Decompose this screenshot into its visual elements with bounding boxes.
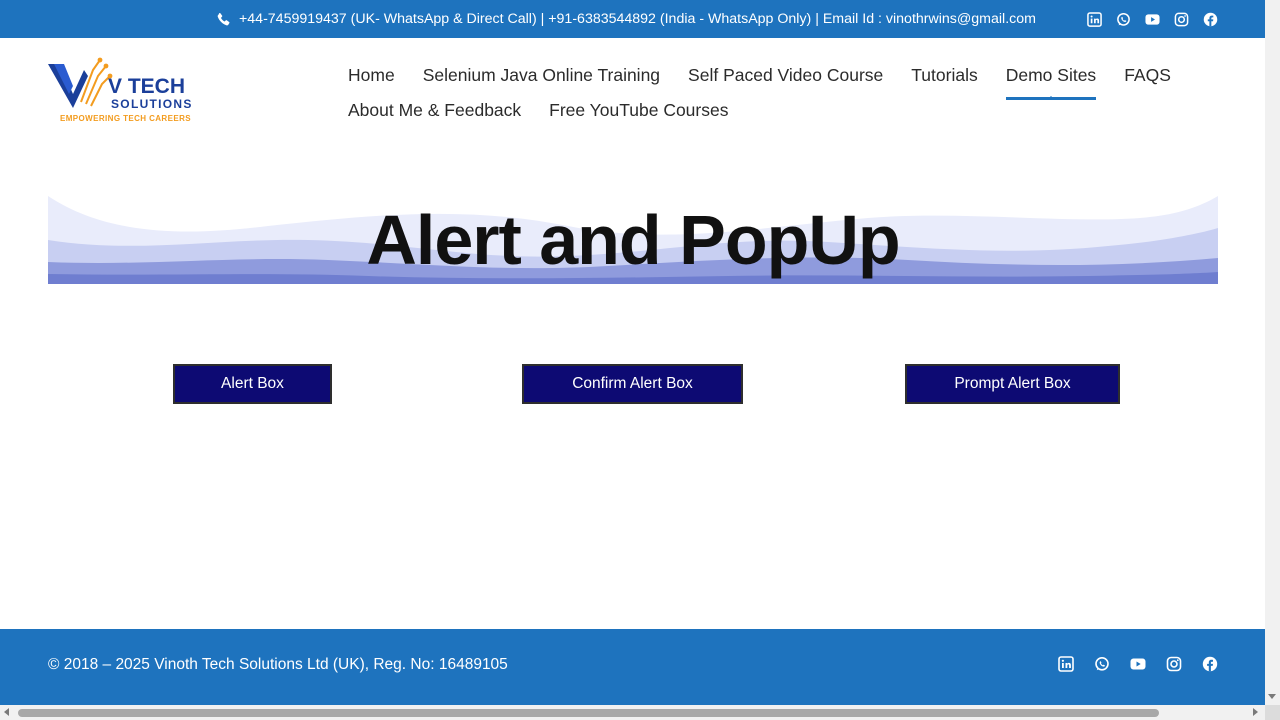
logo-subtitle: SOLUTIONS: [111, 97, 193, 111]
scroll-down-arrow-icon[interactable]: [1268, 694, 1276, 699]
linkedin-icon[interactable]: [1087, 11, 1102, 27]
top-contact-bar: +44-7459919437 (UK- WhatsApp & Direct Ca…: [0, 0, 1265, 38]
footer-social-links: [1058, 629, 1218, 699]
alert-box-button[interactable]: Alert Box: [173, 364, 332, 404]
site-logo[interactable]: V TECH SOLUTIONS EMPOWERING TECH CAREERS: [48, 52, 208, 124]
page: +44-7459919437 (UK- WhatsApp & Direct Ca…: [0, 0, 1265, 705]
whatsapp-icon[interactable]: [1116, 12, 1131, 27]
contact-text: +44-7459919437 (UK- WhatsApp & Direct Ca…: [239, 11, 1036, 27]
logo-tagline: EMPOWERING TECH CAREERS: [60, 114, 191, 123]
instagram-icon[interactable]: [1166, 656, 1182, 672]
youtube-icon[interactable]: [1130, 656, 1146, 672]
nav-item-demo-sites[interactable]: Demo Sites: [992, 58, 1110, 100]
prompt-alert-box-button[interactable]: Prompt Alert Box: [905, 364, 1120, 404]
top-social-links: [1087, 0, 1218, 38]
page-banner: Alert and PopUp: [48, 196, 1218, 284]
nav-item-home[interactable]: Home: [334, 58, 409, 93]
nav-item-about-me-feedback[interactable]: About Me & Feedback: [334, 93, 535, 128]
nav-item-faqs[interactable]: FAQS: [1110, 58, 1185, 93]
nav-item-self-paced-video-course[interactable]: Self Paced Video Course: [674, 58, 897, 93]
scroll-right-arrow-icon[interactable]: [1253, 708, 1258, 716]
nav-item-free-youtube-courses[interactable]: Free YouTube Courses: [535, 93, 742, 128]
instagram-icon[interactable]: [1174, 12, 1189, 27]
nav-row-1: Home Selenium Java Online Training Self …: [334, 58, 1171, 100]
phone-icon: [216, 12, 231, 27]
logo-name: V TECH: [108, 75, 185, 98]
confirm-alert-box-button[interactable]: Confirm Alert Box: [522, 364, 743, 404]
nav-item-selenium-java-online-training[interactable]: Selenium Java Online Training: [409, 58, 674, 93]
horizontal-scrollbar-thumb[interactable]: [18, 709, 1159, 717]
youtube-icon[interactable]: [1145, 12, 1160, 27]
linkedin-icon[interactable]: [1058, 656, 1074, 672]
site-footer: © 2018 – 2025 Vinoth Tech Solutions Ltd …: [0, 629, 1265, 705]
whatsapp-icon[interactable]: [1094, 656, 1110, 672]
nav-item-tutorials[interactable]: Tutorials: [897, 58, 991, 93]
facebook-icon[interactable]: [1203, 12, 1218, 27]
contact-info: +44-7459919437 (UK- WhatsApp & Direct Ca…: [216, 0, 1036, 38]
scroll-left-arrow-icon[interactable]: [4, 708, 9, 716]
scrollbar-corner: [1265, 705, 1280, 720]
facebook-icon[interactable]: [1202, 656, 1218, 672]
page-title: Alert and PopUp: [366, 201, 900, 279]
vertical-scrollbar[interactable]: [1265, 0, 1280, 705]
main-navigation: Home Selenium Java Online Training Self …: [334, 58, 1171, 128]
horizontal-scrollbar[interactable]: [0, 705, 1265, 720]
footer-copyright: © 2018 – 2025 Vinoth Tech Solutions Ltd …: [48, 656, 508, 673]
